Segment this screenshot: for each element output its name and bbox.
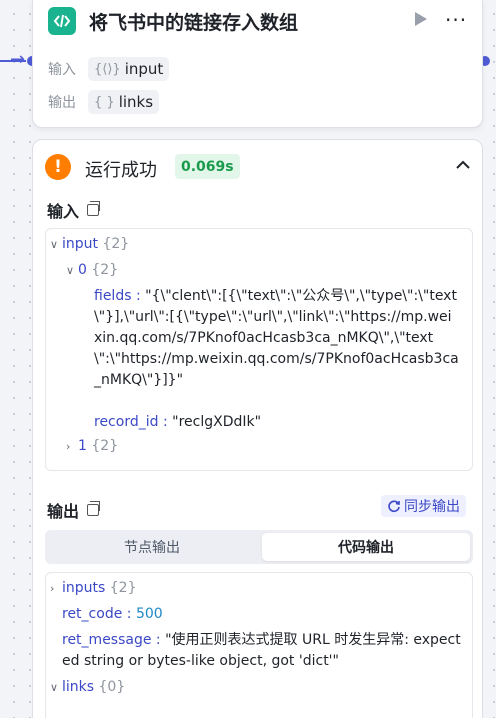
output-section-label: 输出 bbox=[47, 502, 80, 521]
tree-count: {0} bbox=[98, 679, 126, 695]
play-icon[interactable] bbox=[415, 12, 427, 26]
copy-icon[interactable] bbox=[87, 201, 101, 216]
output-value: links bbox=[118, 93, 154, 111]
input-chip: {⟨⟩} input bbox=[88, 57, 170, 81]
node-card[interactable]: 将飞书中的链接存入数组 ··· 输入 {⟨⟩} input 输出 { } lin… bbox=[32, 0, 483, 128]
time-badge: 0.069s bbox=[175, 154, 240, 179]
input-value: input bbox=[124, 60, 164, 78]
more-options-icon[interactable]: ··· bbox=[445, 8, 467, 32]
tree-count: {2} bbox=[91, 438, 119, 454]
tree-row-record-id: record_id : "reclgXDdIk" bbox=[94, 414, 262, 430]
braces-icon: { } bbox=[94, 94, 115, 110]
output-section-title: 输出 bbox=[47, 498, 101, 522]
chevron-down-icon[interactable]: ∨ bbox=[50, 234, 62, 255]
chevron-right-icon[interactable]: › bbox=[66, 436, 78, 457]
output-tabs: 节点输出 代码输出 bbox=[45, 530, 473, 564]
tree-key: input bbox=[62, 236, 99, 252]
tree-count: {2} bbox=[91, 262, 119, 278]
chevron-right-icon[interactable]: › bbox=[50, 578, 62, 599]
tree-row-ret-code: ret_code : 500 bbox=[62, 606, 163, 622]
input-section-title: 输入 bbox=[47, 198, 101, 222]
node-input-row: 输入 {⟨⟩} input bbox=[48, 57, 170, 81]
tree-row-item-1[interactable]: › 1 {2} bbox=[66, 436, 118, 457]
sync-output-label: 同步输出 bbox=[404, 499, 460, 515]
tree-key: ret_message bbox=[62, 632, 152, 648]
input-json-tree: ∨ input {2} ∨ 0 {2} fields : "{\"clent\":[… bbox=[45, 228, 473, 471]
tree-row-links[interactable]: ∨ links {0} bbox=[50, 677, 125, 698]
tree-string-value: "{\"clent\":[{\"text\":\"公众号\",\"type\":… bbox=[94, 288, 459, 388]
chevron-down-icon[interactable]: ∨ bbox=[66, 260, 78, 281]
output-label: 输出 bbox=[48, 95, 76, 111]
node-title: 将飞书中的链接存入数组 bbox=[89, 12, 299, 34]
tree-key: ret_code bbox=[62, 606, 123, 622]
object-icon: {⟨⟩} bbox=[94, 61, 121, 77]
chevron-up-icon[interactable] bbox=[453, 155, 473, 175]
output-json-tree: › inputs {2} ret_code : 500 ret_message :… bbox=[45, 572, 473, 718]
tree-key: record_id bbox=[94, 414, 159, 430]
tree-count: {2} bbox=[102, 236, 130, 252]
run-result-panel: ! 运行成功 0.069s 输入 ∨ input {2} ∨ 0 {2} field… bbox=[32, 139, 483, 718]
warning-icon: ! bbox=[45, 154, 71, 180]
tree-string-value: "reclgXDdIk" bbox=[172, 414, 262, 430]
tab-node-output[interactable]: 节点输出 bbox=[48, 533, 256, 561]
refresh-icon bbox=[388, 500, 400, 513]
input-section-label: 输入 bbox=[47, 202, 80, 221]
tree-key: links bbox=[62, 679, 95, 695]
tree-count: {2} bbox=[109, 580, 137, 596]
tree-key: 1 bbox=[78, 438, 87, 454]
tab-code-output[interactable]: 代码输出 bbox=[262, 533, 470, 561]
copy-icon[interactable] bbox=[87, 501, 101, 516]
tree-row-fields: fields : "{\"clent\":[{\"text\":\"公众号\",… bbox=[94, 288, 459, 388]
status-text: 运行成功 bbox=[85, 160, 157, 181]
tree-key: fields bbox=[94, 288, 132, 304]
tree-key: inputs bbox=[62, 580, 106, 596]
tree-row-ret-message: ret_message : "使用正则表达式提取 URL 时发生异常: expe… bbox=[62, 632, 461, 669]
code-icon bbox=[48, 7, 76, 35]
sync-output-button[interactable]: 同步输出 bbox=[381, 495, 466, 517]
node-output-row: 输出 { } links bbox=[48, 90, 160, 114]
arrow-right-icon: → bbox=[10, 49, 26, 70]
tree-number-value: 500 bbox=[135, 606, 163, 622]
input-label: 输入 bbox=[48, 62, 76, 78]
chevron-down-icon[interactable]: ∨ bbox=[50, 677, 62, 698]
tree-key: 0 bbox=[78, 262, 87, 278]
output-chip: { } links bbox=[88, 90, 160, 114]
tree-row-input[interactable]: ∨ input {2} bbox=[50, 234, 129, 255]
tree-row-item-0[interactable]: ∨ 0 {2} bbox=[66, 260, 118, 281]
tree-row-inputs[interactable]: › inputs {2} bbox=[50, 578, 137, 599]
